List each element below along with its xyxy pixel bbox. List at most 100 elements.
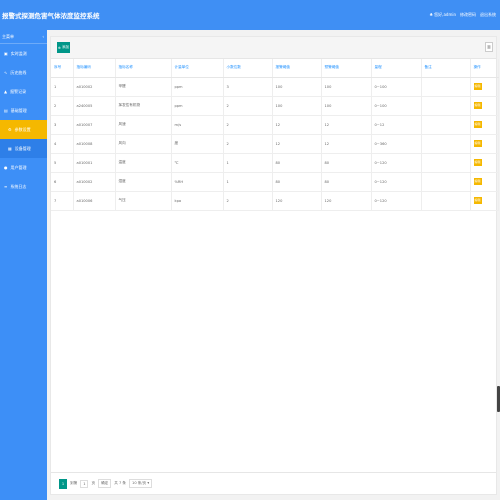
table-cell: 6	[51, 172, 74, 192]
edit-button[interactable]: 编辑	[473, 178, 482, 185]
sidebar-header: 主菜单 ‹	[0, 30, 47, 44]
sidebar-title: 主菜单	[2, 33, 14, 39]
table-cell: 0~100	[371, 96, 422, 116]
table-row[interactable]: 6 a010002 湿度 %RH 1 80 80 0~120 编辑	[51, 172, 499, 192]
action-cell: 编辑	[470, 153, 499, 173]
edit-button[interactable]: 编辑	[473, 83, 482, 90]
edit-button[interactable]: 编辑	[473, 121, 482, 128]
goto-confirm-button[interactable]: 确定	[98, 479, 112, 488]
settings-icon: ⚙	[8, 127, 12, 132]
sidebar-item-label: 基础管理	[10, 107, 27, 113]
action-cell: 编辑	[470, 191, 499, 211]
column-header[interactable]: 操作	[470, 59, 499, 78]
table-cell: a010002	[73, 172, 116, 192]
table-cell	[421, 77, 471, 97]
sidebar-item-3[interactable]: ▤ 基础管理	[0, 101, 47, 120]
table-cell	[421, 96, 471, 116]
sidebar-item-7[interactable]: ≡ 系统日志	[0, 177, 47, 196]
column-header[interactable]: 小数位数	[223, 59, 273, 78]
table-cell: 4	[51, 134, 74, 154]
table-cell: a010002	[73, 77, 116, 97]
sidebar-item-5[interactable]: ▦ 设备管理	[0, 139, 47, 158]
table-row[interactable]: 2 a240005 挥发性有机物 ppm 2 100 100 0~100 编辑	[51, 96, 499, 116]
monitor-icon: ▣	[4, 51, 8, 56]
goto-page-input[interactable]: 1	[80, 479, 89, 488]
table-row[interactable]: 1 a010002 甲醛 ppm 3 100 100 0~100 编辑	[51, 77, 499, 97]
add-button-label: 添加	[61, 45, 69, 49]
sidebar-item-label: 历史曲线	[10, 69, 27, 75]
table-cell: ppm	[171, 77, 224, 97]
sidebar-item-1[interactable]: ∿ 历史曲线	[0, 63, 47, 82]
page-current[interactable]: 1	[59, 478, 67, 489]
table-row[interactable]: 4 a010008 风向度 2 12 12 0~360 编辑	[51, 134, 499, 154]
table-cell: m/s	[171, 115, 224, 135]
main-content: ⊕ 添加 ▥ 序号 指标编码 指标名称 计量单位 小数位数 报警阈值 预警阈值 量程 备注 操作 …	[47, 30, 500, 500]
edit-button[interactable]: 编辑	[473, 140, 482, 147]
sidebar-item-2[interactable]: ▲ 报警记录	[0, 82, 47, 101]
column-header[interactable]: 量程	[371, 59, 422, 78]
table-row[interactable]: 3 a010007 风速 m/s 2 12 12 0~12 编辑	[51, 115, 499, 135]
column-header[interactable]: 备注	[421, 59, 471, 78]
table-cell: 12	[321, 115, 372, 135]
edit-button[interactable]: 编辑	[473, 197, 482, 204]
table-cell: 100	[321, 77, 372, 97]
chevron-down-icon: ▾	[147, 481, 150, 485]
sidebar-item-4[interactable]: ⚙ 参数设置	[0, 120, 47, 139]
page-unit: 页	[91, 481, 96, 485]
filter-columns-icon[interactable]: ▥	[485, 42, 493, 52]
table-cell: a010006	[73, 191, 116, 211]
table-cell	[421, 191, 471, 211]
table-cell: 0~360	[371, 134, 422, 154]
table-cell: 100	[272, 77, 322, 97]
sidebar-item-0[interactable]: ▣ 实时监测	[0, 44, 47, 63]
sidebar: 主菜单 ‹ ▣ 实时监测 ∿ 历史曲线 ▲ 报警记录 ▤ 基础管理 ⚙ 参数设置 ▦ 设备管理 ● 用户管…	[0, 30, 47, 500]
folder-icon: ▤	[4, 108, 8, 113]
table-header-row: 序号 指标编码 指标名称 计量单位 小数位数 报警阈值 预警阈值 量程 备注 操作	[51, 59, 499, 78]
table-row[interactable]: 5 a010001 温度 ℃ 1 80 80 0~120 编辑	[51, 153, 499, 173]
sidebar-item-label: 用户管理	[10, 164, 27, 170]
add-button[interactable]: ⊕ 添加	[57, 42, 70, 53]
action-cell: 编辑	[470, 115, 499, 135]
table-cell: 2	[223, 115, 273, 135]
table-cell: kpa	[171, 191, 224, 211]
table-cell: 80	[321, 172, 372, 192]
sidebar-item-label: 实时监测	[10, 50, 27, 56]
table-cell: 80	[321, 153, 372, 173]
column-header[interactable]: 计量单位	[171, 59, 224, 78]
column-header[interactable]: 预警阈值	[321, 59, 372, 78]
table-cell: 甲醛	[115, 77, 172, 97]
user-icon: ●	[4, 165, 8, 170]
column-header[interactable]: 报警阈值	[272, 59, 322, 78]
table-cell: 80	[272, 153, 322, 173]
table-cell: 温度	[115, 153, 172, 173]
goto-label: 到第	[70, 481, 78, 485]
edit-button[interactable]: 编辑	[473, 159, 482, 166]
chevron-left-icon[interactable]: ‹	[42, 34, 44, 39]
table-cell: 0~120	[371, 191, 422, 211]
table-cell: 2	[51, 96, 74, 116]
column-header[interactable]: 序号	[51, 59, 74, 78]
sidebar-item-6[interactable]: ● 用户管理	[0, 158, 47, 177]
table-cell: 0~12	[371, 115, 422, 135]
sidebar-item-label: 报警记录	[10, 88, 27, 94]
table-row[interactable]: 7 a010006 气压 kpa 2 120 120 0~120 编辑	[51, 191, 499, 211]
edit-button[interactable]: 编辑	[473, 102, 482, 109]
column-header[interactable]: 指标编码	[73, 59, 116, 78]
logout-link[interactable]: 退出系统	[480, 12, 496, 18]
table-cell: a010001	[73, 153, 116, 173]
plus-icon: ⊕	[58, 45, 61, 50]
page-size-select[interactable]: 10 条/页 ▾	[129, 479, 153, 488]
change-password-link[interactable]: 修改密码	[460, 12, 476, 18]
sidebar-item-label: 系统日志	[10, 183, 27, 189]
parameter-table: 序号 指标编码 指标名称 计量单位 小数位数 报警阈值 预警阈值 量程 备注 操作 1 a01000…	[51, 59, 499, 211]
table-cell: 挥发性有机物	[115, 96, 172, 116]
user-greeting[interactable]: ♣ 您好,admin	[429, 12, 456, 18]
table-cell: 7	[51, 191, 74, 211]
table-cell: 12	[272, 115, 322, 135]
table-cell: 120	[272, 191, 322, 211]
total-count: 共 7 条	[114, 481, 127, 485]
top-header: 报警式探测危害气体浓度监控系统 ♣ 您好,admin 修改密码 退出系统	[0, 0, 500, 30]
table-cell: 0~120	[371, 153, 422, 173]
table-cell: 湿度	[115, 172, 172, 192]
column-header[interactable]: 指标名称	[115, 59, 172, 78]
